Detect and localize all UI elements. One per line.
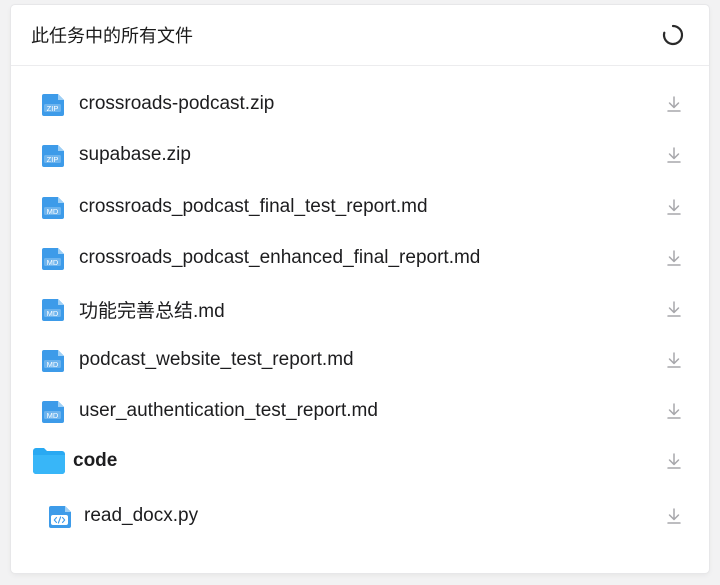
- download-icon[interactable]: [665, 146, 683, 164]
- svg-text:MD: MD: [47, 360, 59, 369]
- folder-row-code[interactable]: code: [11, 439, 709, 483]
- svg-text:ZIP: ZIP: [47, 155, 59, 164]
- download-icon[interactable]: [665, 95, 683, 113]
- markdown-file-icon: MD: [42, 197, 64, 219]
- zip-file-icon: ZIP: [42, 94, 64, 116]
- file-name: crossroads_podcast_final_test_report.md: [79, 196, 428, 217]
- file-row-crossroads-podcast-zip[interactable]: ZIP crossroads-podcast.zip: [11, 82, 709, 126]
- markdown-file-icon: MD: [42, 248, 64, 270]
- file-row-summary-md[interactable]: MD 功能完善总结.md: [11, 287, 709, 331]
- file-row-auth-test-report-md[interactable]: MD user_authentication_test_report.md: [11, 389, 709, 433]
- file-name: user_authentication_test_report.md: [79, 400, 378, 421]
- markdown-file-icon: MD: [42, 401, 64, 423]
- download-icon[interactable]: [665, 249, 683, 267]
- file-name: 功能完善总结.md: [79, 300, 225, 322]
- file-row-enhanced-final-report-md[interactable]: MD crossroads_podcast_enhanced_final_rep…: [11, 236, 709, 280]
- download-icon[interactable]: [665, 452, 683, 470]
- svg-text:MD: MD: [47, 258, 59, 267]
- svg-text:MD: MD: [47, 411, 59, 420]
- file-row-supabase-zip[interactable]: ZIP supabase.zip: [11, 133, 709, 177]
- svg-text:ZIP: ZIP: [47, 104, 59, 113]
- folder-icon: [33, 448, 65, 474]
- download-icon[interactable]: [665, 351, 683, 369]
- markdown-file-icon: MD: [42, 299, 64, 321]
- loading-spinner-icon[interactable]: [661, 23, 685, 47]
- file-name: supabase.zip: [79, 144, 191, 165]
- download-icon[interactable]: [665, 507, 683, 525]
- panel-title: 此任务中的所有文件: [31, 26, 193, 46]
- zip-file-icon: ZIP: [42, 145, 64, 167]
- svg-text:MD: MD: [47, 207, 59, 216]
- files-panel: 此任务中的所有文件 ZIP crossroads-podcast.zip ZIP…: [11, 5, 709, 573]
- folder-name: code: [73, 450, 118, 471]
- file-name: podcast_website_test_report.md: [79, 349, 354, 370]
- file-row-read-docx-py[interactable]: read_docx.py: [11, 494, 709, 538]
- file-name: read_docx.py: [84, 505, 199, 526]
- file-row-website-test-report-md[interactable]: MD podcast_website_test_report.md: [11, 338, 709, 382]
- file-name: crossroads-podcast.zip: [79, 93, 275, 114]
- file-name: crossroads_podcast_enhanced_final_report…: [79, 247, 481, 268]
- panel-header: 此任务中的所有文件: [11, 5, 709, 66]
- file-row-final-test-report-md[interactable]: MD crossroads_podcast_final_test_report.…: [11, 185, 709, 229]
- svg-text:MD: MD: [47, 309, 59, 318]
- code-file-icon: [49, 506, 71, 528]
- download-icon[interactable]: [665, 402, 683, 420]
- download-icon[interactable]: [665, 300, 683, 318]
- markdown-file-icon: MD: [42, 350, 64, 372]
- download-icon[interactable]: [665, 198, 683, 216]
